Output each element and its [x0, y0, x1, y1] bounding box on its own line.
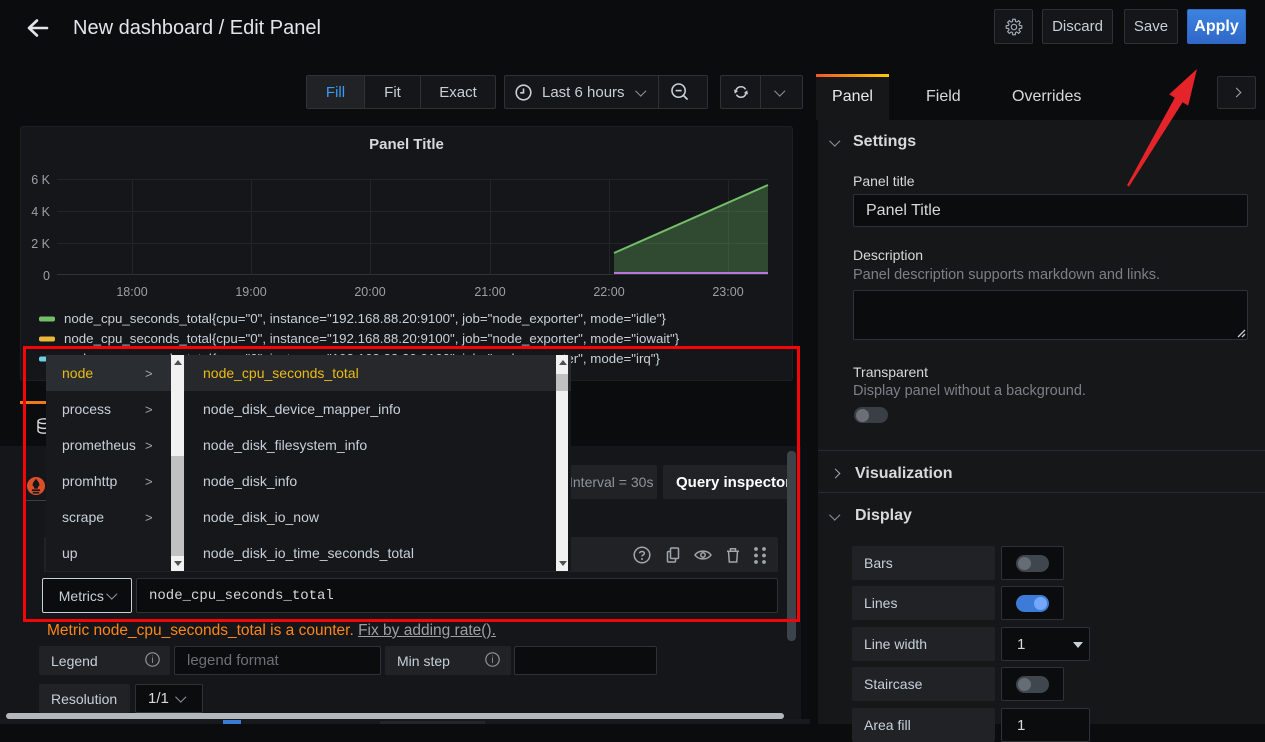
svg-text:19:00: 19:00	[235, 285, 266, 299]
svg-text:i: i	[491, 655, 493, 666]
svg-text:0: 0	[43, 269, 50, 283]
svg-text:20:00: 20:00	[354, 285, 385, 299]
svg-text:node_cpu_seconds_total{cpu="0": node_cpu_seconds_total{cpu="0", instance…	[64, 311, 666, 326]
svg-text:2 K: 2 K	[31, 237, 50, 251]
svg-text:4 K: 4 K	[31, 205, 50, 219]
svg-text:18:00: 18:00	[116, 285, 147, 299]
svg-text:i: i	[151, 655, 153, 666]
svg-text:6 K: 6 K	[31, 173, 50, 187]
svg-text:23:00: 23:00	[712, 285, 743, 299]
svg-text:21:00: 21:00	[474, 285, 505, 299]
svg-text:22:00: 22:00	[593, 285, 624, 299]
svg-text:node_cpu_seconds_total{cpu="0": node_cpu_seconds_total{cpu="0", instance…	[64, 331, 680, 346]
